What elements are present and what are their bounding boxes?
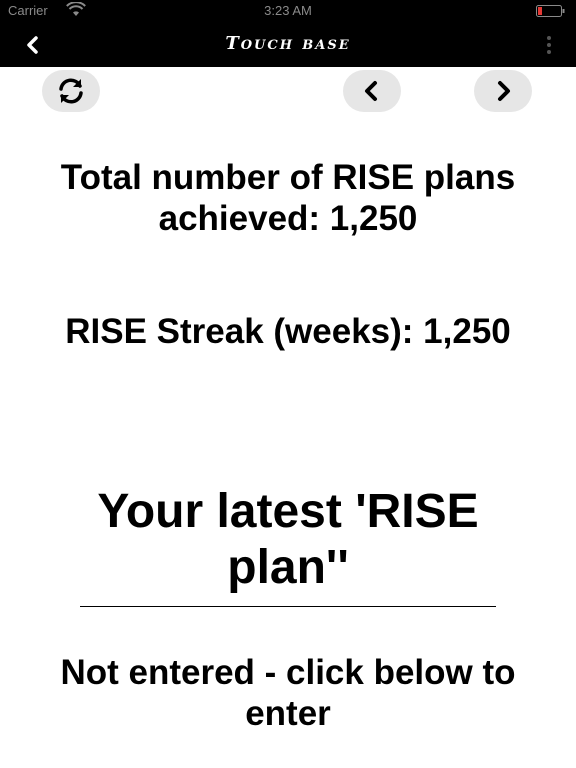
battery-icon xyxy=(536,5,565,17)
refresh-icon xyxy=(59,78,83,104)
total-plans-achieved: Total number of RISE plans achieved: 1,2… xyxy=(60,158,516,238)
refresh-button[interactable] xyxy=(42,70,100,112)
touch-base-screen: Carrier 3:23 AM Touch base Total number … xyxy=(0,0,576,768)
chevron-left-icon xyxy=(365,81,377,101)
divider xyxy=(80,606,496,607)
status-time: 3:23 AM xyxy=(264,3,312,18)
latest-plan-heading: Your latest 'RISE plan'' xyxy=(97,485,479,594)
nav-title: Touch base xyxy=(225,33,351,54)
rise-streak: RISE Streak (weeks): 1,250 xyxy=(65,312,511,351)
latest-plan-status[interactable]: Not entered - click below to enter xyxy=(40,652,536,734)
nav-bar: Touch base xyxy=(0,22,576,67)
status-bar: Carrier 3:23 AM xyxy=(0,0,576,22)
more-menu-icon[interactable] xyxy=(542,32,556,58)
next-button[interactable] xyxy=(474,70,532,112)
previous-button[interactable] xyxy=(343,70,401,112)
chevron-right-icon xyxy=(498,81,510,101)
